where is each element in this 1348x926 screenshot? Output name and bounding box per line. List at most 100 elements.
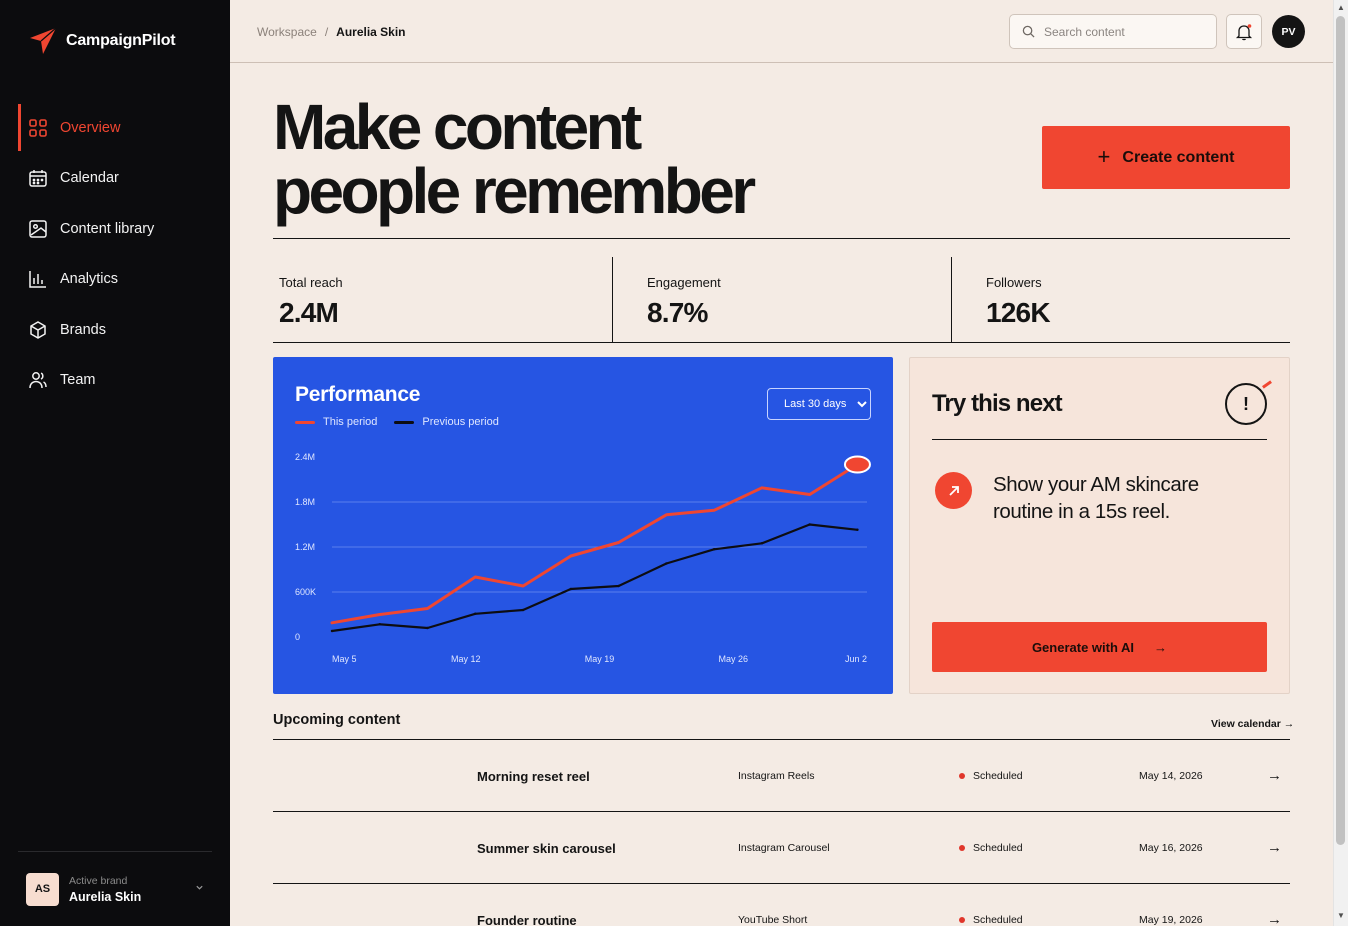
stat-value: 8.7% xyxy=(647,297,708,328)
create-content-label: Create content xyxy=(1122,148,1235,166)
data-point xyxy=(330,629,334,633)
notifications-button[interactable] xyxy=(1226,14,1262,49)
create-content-button[interactable]: + Create content xyxy=(1042,126,1290,189)
sidebar-item-team[interactable]: Team xyxy=(18,357,212,404)
data-point xyxy=(521,608,525,612)
row-channel: Instagram Carousel xyxy=(738,842,830,854)
status-dot xyxy=(959,845,965,851)
stat-value: 2.4M xyxy=(279,297,339,328)
breadcrumb-workspace[interactable]: Workspace xyxy=(257,25,317,39)
date-range-select[interactable]: Last 30 days xyxy=(767,388,871,420)
sidebar-item-brands[interactable]: Brands xyxy=(18,306,212,353)
search-icon xyxy=(1022,25,1035,38)
stat-total-reach: Total reach 2.4M xyxy=(273,257,612,343)
user-avatar[interactable]: PV xyxy=(1272,15,1305,48)
status-label: Scheduled xyxy=(973,770,1023,782)
upcoming-row[interactable]: Morning reset reel Instagram Reels Sched… xyxy=(273,740,1290,812)
arrow-right-icon[interactable]: → xyxy=(1267,767,1282,784)
upcoming-row[interactable]: Founder routine YouTube Short Scheduled … xyxy=(273,884,1290,926)
upcoming-list: Morning reset reel Instagram Reels Sched… xyxy=(273,740,1290,926)
sidebar-item-calendar[interactable]: Calendar xyxy=(18,155,212,202)
sidebar-item-content-library[interactable]: Content library xyxy=(18,205,212,252)
legend-item-this-period: This period xyxy=(295,416,377,428)
app-name: CampaignPilot xyxy=(66,32,176,49)
data-point xyxy=(808,523,811,526)
data-point xyxy=(569,554,573,558)
suggestion-card: Try this next ! Show your AM skincare ro… xyxy=(909,357,1290,694)
row-title: Summer skin carousel xyxy=(477,841,616,856)
hero-title: Make content people remember xyxy=(273,95,756,223)
sidebar-item-label: Analytics xyxy=(60,271,119,287)
data-point xyxy=(665,513,668,516)
stat-label: Followers xyxy=(986,275,1042,290)
upcoming-row[interactable]: Summer skin carousel Instagram Carousel … xyxy=(273,812,1290,884)
active-brand-switcher[interactable]: AS Active brand Aurelia Skin xyxy=(26,871,206,907)
bar-chart-icon xyxy=(29,271,46,288)
data-point xyxy=(378,613,381,616)
row-title: Morning reset reel xyxy=(477,769,590,784)
page-scrollbar[interactable]: ▲ ▼ xyxy=(1333,0,1348,926)
app-logo[interactable]: CampaignPilot xyxy=(28,26,176,56)
arrow-right-icon[interactable]: → xyxy=(1267,839,1282,856)
chevron-down-icon xyxy=(196,885,203,890)
plus-icon: + xyxy=(1097,143,1111,169)
data-point xyxy=(330,621,334,624)
sidebar-item-analytics[interactable]: Analytics xyxy=(18,256,212,303)
bell-icon xyxy=(1235,23,1253,40)
stat-engagement: Engagement 8.7% xyxy=(612,257,951,343)
arrow-right-icon[interactable]: → xyxy=(1267,911,1282,926)
legend-label: Previous period xyxy=(422,416,499,428)
data-point xyxy=(760,486,764,489)
status-badge: Scheduled xyxy=(959,914,1023,926)
sidebar-divider xyxy=(18,851,212,852)
sidebar-item-label: Calendar xyxy=(60,170,119,186)
data-point xyxy=(426,607,429,610)
breadcrumb-separator: / xyxy=(324,25,329,39)
view-calendar-link[interactable]: View calendar → xyxy=(1211,718,1294,730)
data-point xyxy=(617,584,620,588)
sidebar-item-overview[interactable]: Overview xyxy=(18,104,212,151)
y-tick-label: 1.2M xyxy=(295,542,315,552)
search-box[interactable] xyxy=(1009,14,1217,49)
data-point xyxy=(712,548,716,551)
data-point xyxy=(378,623,381,626)
arrow-right-icon: → xyxy=(1154,639,1168,655)
stat-label: Engagement xyxy=(647,275,721,290)
scroll-up-icon[interactable]: ▲ xyxy=(1337,3,1345,12)
row-title: Founder routine xyxy=(477,913,577,926)
legend-swatch xyxy=(295,420,315,424)
stats-row: Total reach 2.4M Engagement 8.7% Followe… xyxy=(273,257,1290,343)
y-tick-label: 0 xyxy=(295,632,300,642)
status-label: Scheduled xyxy=(973,914,1023,926)
search-input[interactable] xyxy=(1044,24,1194,39)
sidebar-nav: Overview Calendar Content library Analyt… xyxy=(18,104,212,407)
x-tick-label: May 19 xyxy=(585,654,615,664)
box-icon xyxy=(30,320,46,339)
data-point xyxy=(760,542,764,545)
sidebar-item-label: Content library xyxy=(60,220,155,237)
suggestion-title: Try this next xyxy=(932,390,1063,417)
stat-followers: Followers 126K xyxy=(951,257,1290,343)
scroll-down-icon[interactable]: ▼ xyxy=(1337,911,1345,920)
row-channel: Instagram Reels xyxy=(738,770,815,782)
trend-arrow-icon xyxy=(935,472,972,509)
data-point xyxy=(426,626,429,630)
image-icon xyxy=(29,219,47,238)
scrollbar-thumb[interactable] xyxy=(1336,16,1345,845)
latest-point-marker xyxy=(843,455,871,474)
data-point xyxy=(665,562,668,565)
status-dot xyxy=(959,917,965,923)
row-channel: YouTube Short xyxy=(738,914,808,926)
hero-divider xyxy=(273,238,1290,239)
hero-title-line: Make content xyxy=(273,91,642,163)
data-point xyxy=(808,493,811,496)
brand-avatar: AS xyxy=(26,872,59,906)
alert-icon: ! xyxy=(1225,383,1267,425)
data-point xyxy=(474,612,477,615)
grid-icon xyxy=(29,118,47,137)
legend-label: This period xyxy=(323,416,378,428)
brand-name: Aurelia Skin xyxy=(69,889,142,904)
spark-accent xyxy=(1262,380,1272,389)
data-point xyxy=(474,575,477,579)
generate-with-ai-button[interactable]: Generate with AI → xyxy=(932,622,1267,672)
